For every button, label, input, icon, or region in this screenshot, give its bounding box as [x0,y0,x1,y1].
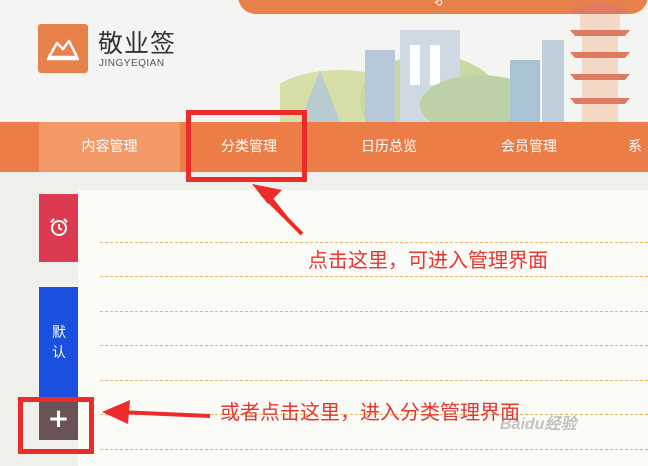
note-line [100,311,648,312]
app-logo[interactable] [38,24,88,73]
note-line [100,242,648,243]
sidebar-tab-label: 默认 [52,325,66,361]
nav-item-system[interactable]: 系 [628,122,648,172]
nav-item-calendar[interactable]: 日历总览 [320,122,458,172]
alarm-clock-icon [50,218,68,236]
brand-subtitle: JINGYEQIAN [99,58,165,69]
watermark: Baidu经验 [500,416,577,433]
highlight-box-add [18,397,94,454]
note-line [100,449,648,450]
note-line [100,276,648,277]
main-nav: 内容管理 分类管理 日历总览 会员管理 系 [0,122,648,172]
annotation-note-add: 或者点击这里，进入分类管理界面 [220,400,520,424]
logo-icon [47,39,79,61]
brand-name: 敬业签 [98,29,177,58]
highlight-box-nav [186,110,307,182]
note-line [100,345,648,346]
nav-item-content[interactable]: 内容管理 [39,122,180,172]
note-line [100,380,648,381]
annotation-note-nav: 点击这里，可进入管理界面 [308,248,548,272]
nav-item-members[interactable]: 会员管理 [460,122,598,172]
sidebar-tab-reminder[interactable] [39,194,78,262]
header: ⟲ 敬业签 JINGYEQIAN [0,0,648,122]
header-illustration [280,2,630,122]
sidebar-tab-default[interactable]: 默认 [39,287,78,397]
